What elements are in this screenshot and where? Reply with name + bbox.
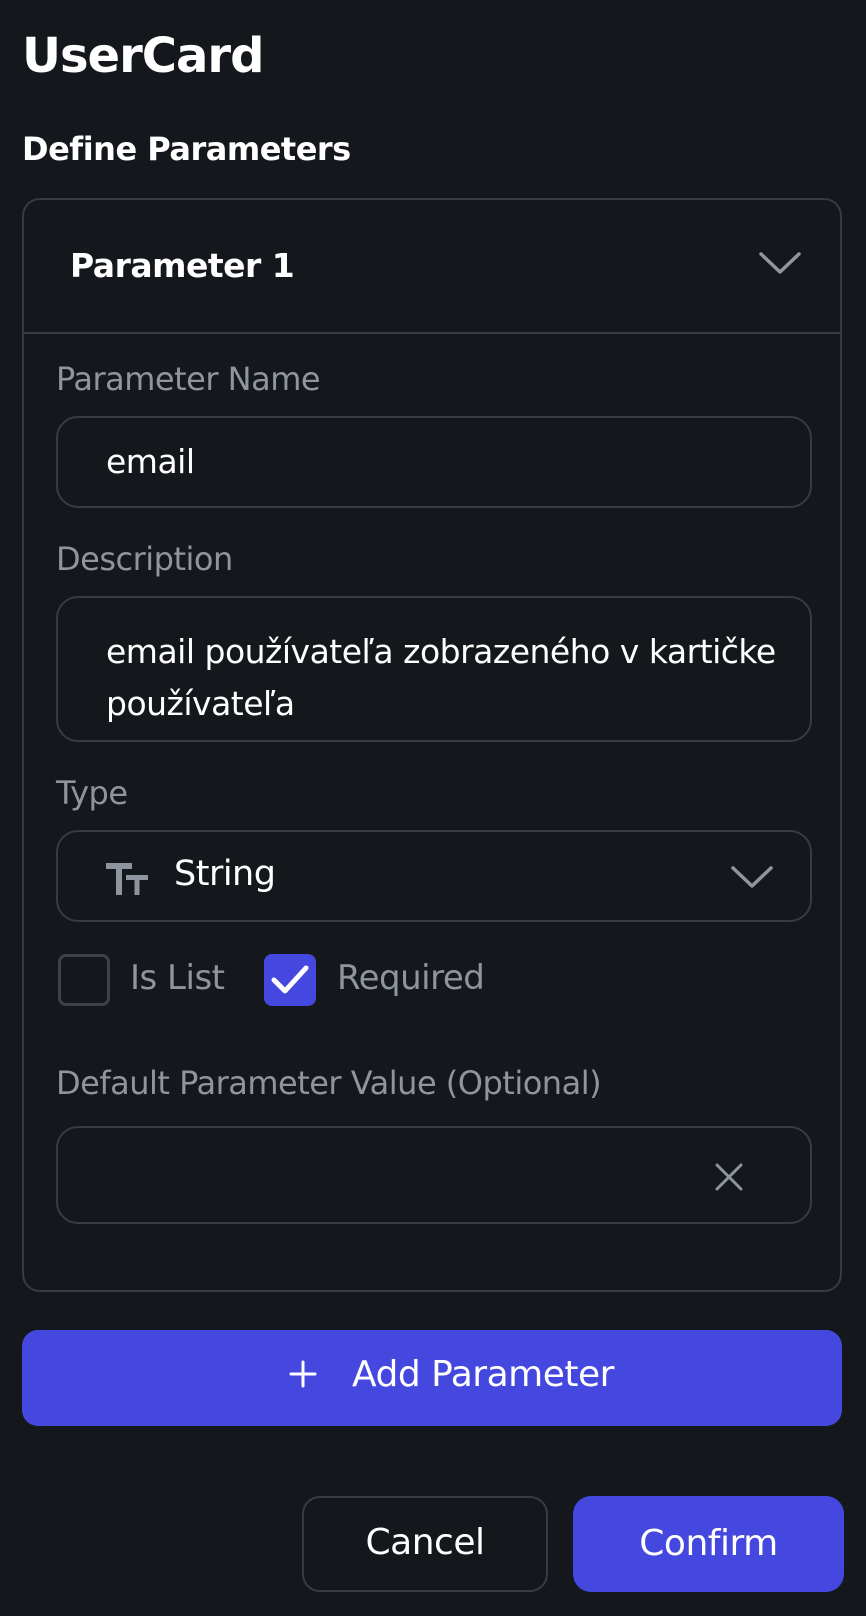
- dialog-title: UserCard: [22, 28, 264, 84]
- confirm-button[interactable]: Confirm: [573, 1496, 844, 1592]
- add-parameter-button[interactable]: Add Parameter: [22, 1330, 842, 1426]
- is-list-checkbox[interactable]: [58, 954, 110, 1006]
- required-checkbox[interactable]: [264, 954, 316, 1006]
- close-icon[interactable]: [714, 1162, 744, 1196]
- add-parameter-label: Add Parameter: [352, 1354, 614, 1395]
- default-value-label: Default Parameter Value (Optional): [56, 1064, 602, 1102]
- parameter-title: Parameter 1: [70, 246, 295, 285]
- chevron-up-icon[interactable]: [758, 250, 802, 280]
- is-list-label: Is List: [130, 958, 225, 998]
- description-label: Description: [56, 540, 233, 578]
- required-label: Required: [337, 958, 485, 998]
- default-value-input[interactable]: [56, 1126, 812, 1224]
- parameter-name-input[interactable]: email: [56, 416, 812, 508]
- type-label: Type: [56, 774, 128, 812]
- description-value: email používateľa zobrazeného v kartičke…: [106, 632, 776, 723]
- text-type-icon: [106, 862, 150, 900]
- type-select[interactable]: String: [56, 830, 812, 922]
- plus-icon: [288, 1359, 318, 1393]
- type-value: String: [174, 854, 276, 894]
- section-heading: Define Parameters: [22, 130, 351, 168]
- parameter-name-value: email: [106, 442, 195, 481]
- parameter-name-label: Parameter Name: [56, 360, 321, 398]
- checkmark-icon: [271, 965, 309, 994]
- description-input[interactable]: email používateľa zobrazeného v kartičke…: [56, 596, 812, 742]
- parameter-panel: Parameter 1 Parameter Name email Descrip…: [22, 198, 842, 1292]
- chevron-down-icon: [730, 864, 774, 894]
- parameter-accordion-header[interactable]: Parameter 1: [24, 200, 840, 334]
- cancel-button[interactable]: Cancel: [302, 1496, 548, 1592]
